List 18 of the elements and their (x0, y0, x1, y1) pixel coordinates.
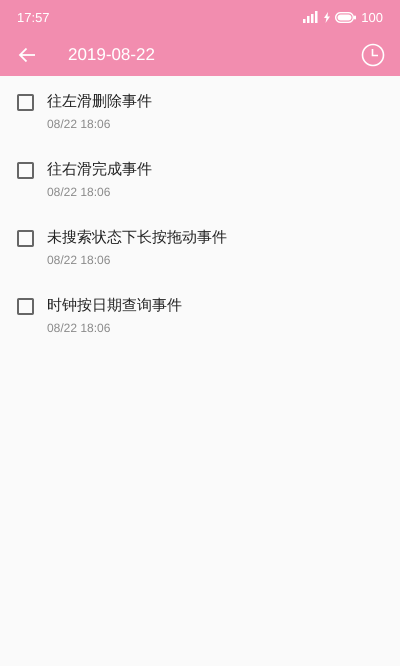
checkbox[interactable] (17, 162, 34, 179)
checkbox[interactable] (17, 298, 34, 315)
checkbox[interactable] (17, 230, 34, 247)
event-time: 08/22 18:06 (47, 253, 110, 267)
signal-icon (303, 11, 320, 23)
toolbar-title: 2019-08-22 (68, 45, 156, 65)
event-time: 08/22 18:06 (47, 321, 110, 335)
event-time: 08/22 18:06 (47, 185, 110, 199)
event-title: 往右滑完成事件 (47, 159, 152, 180)
event-title: 时钟按日期查询事件 (47, 295, 182, 316)
battery-level: 100 (361, 10, 383, 24)
event-time: 08/22 18:06 (47, 117, 110, 131)
checkbox[interactable] (17, 94, 34, 111)
event-title: 往左滑删除事件 (47, 91, 152, 112)
status-time: 17:57 (17, 10, 50, 24)
battery-icon (335, 12, 356, 22)
event-title: 未搜索状态下长按拖动事件 (47, 227, 227, 248)
charging-icon (324, 12, 330, 22)
